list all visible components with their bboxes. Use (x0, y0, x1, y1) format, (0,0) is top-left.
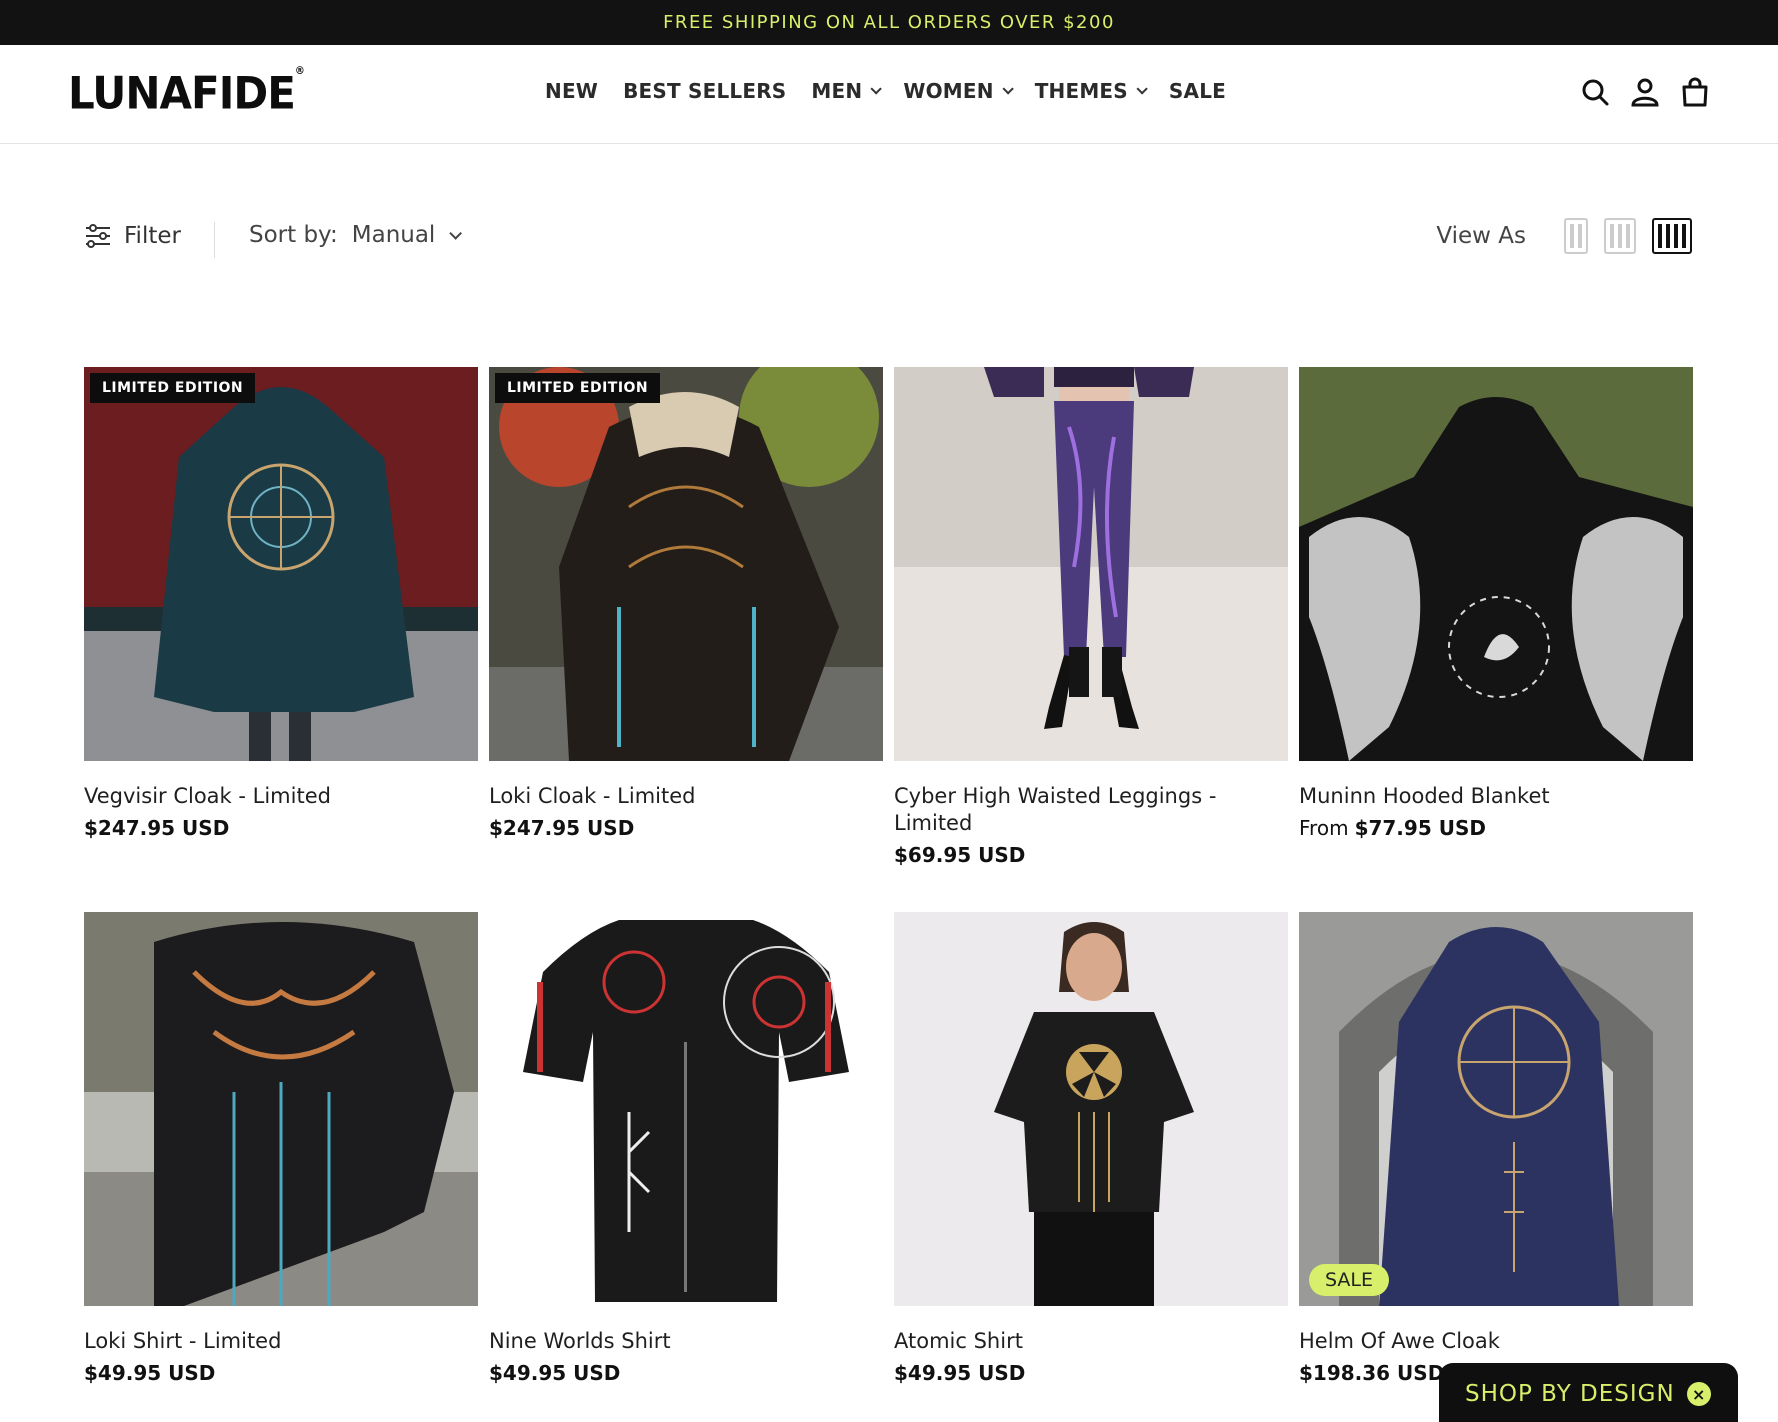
announcement-text: FREE SHIPPING ON ALL ORDERS OVER $200 (663, 12, 1115, 33)
limited-edition-badge: LIMITED EDITION (495, 373, 661, 403)
toolbar-divider (214, 222, 215, 258)
view-4-columns-button[interactable] (1652, 218, 1692, 254)
product-price: $49.95 USD (894, 1361, 1026, 1385)
chevron-down-icon (1002, 83, 1014, 95)
main-nav: NEW BEST SELLERS MEN WOMEN THEMES SALE (545, 79, 1251, 103)
product-image[interactable]: SALE (1299, 912, 1693, 1306)
shop-by-design-label: SHOP BY DESIGN (1465, 1381, 1675, 1407)
product-price: From $77.95 USD (1299, 816, 1486, 840)
logo[interactable]: LUNAFIDE® (68, 66, 305, 120)
header-icons (1580, 77, 1710, 107)
chevron-down-icon (870, 83, 883, 95)
product-card[interactable]: Cyber High Waisted Leggings - Limited $6… (894, 367, 1288, 912)
product-image[interactable]: LIMITED EDITION (489, 367, 883, 761)
product-title[interactable]: Atomic Shirt (894, 1328, 1288, 1355)
collection-toolbar: Filter Sort by: Manual View As (84, 218, 1692, 262)
product-card[interactable]: Loki Shirt - Limited $49.95 USD (84, 912, 478, 1422)
product-image[interactable] (1299, 367, 1693, 761)
close-icon[interactable]: × (1686, 1382, 1711, 1406)
view-as: View As (1436, 218, 1692, 254)
filter-label: Filter (124, 223, 181, 249)
product-price: $247.95 USD (84, 816, 230, 840)
product-title[interactable]: Loki Shirt - Limited (84, 1328, 478, 1355)
nav-item-women[interactable]: WOMEN (903, 79, 1014, 103)
search-icon[interactable] (1580, 77, 1610, 107)
product-card[interactable]: LIMITED EDITION Vegvisir Cloak - Limited… (84, 367, 478, 912)
shop-by-design-button[interactable]: SHOP BY DESIGN × (1439, 1363, 1738, 1422)
sort-value: Manual (351, 222, 436, 248)
cart-icon[interactable] (1680, 77, 1710, 107)
announcement-bar: FREE SHIPPING ON ALL ORDERS OVER $200 (0, 0, 1778, 45)
price-prefix: From (1299, 816, 1349, 840)
product-image[interactable] (84, 912, 478, 1306)
product-price: $247.95 USD (489, 816, 635, 840)
product-image[interactable] (894, 367, 1288, 761)
product-title[interactable]: Nine Worlds Shirt (489, 1328, 883, 1355)
sale-badge: SALE (1309, 1264, 1390, 1296)
filter-icon (86, 224, 110, 248)
product-price: $49.95 USD (84, 1361, 216, 1385)
sort-select[interactable]: Sort by: Manual (249, 222, 463, 248)
product-card[interactable]: Muninn Hooded Blanket From $77.95 USD (1299, 367, 1693, 912)
product-image[interactable]: LIMITED EDITION (84, 367, 478, 761)
product-price: $49.95 USD (489, 1361, 621, 1385)
nav-item-themes[interactable]: THEMES (1035, 79, 1148, 103)
product-title[interactable]: Muninn Hooded Blanket (1299, 783, 1693, 810)
nav-item-new[interactable]: NEW (545, 79, 598, 103)
filter-button[interactable]: Filter (84, 222, 181, 250)
product-title[interactable]: Cyber High Waisted Leggings - Limited (894, 783, 1288, 837)
view-2-columns-button[interactable] (1564, 218, 1588, 254)
product-title[interactable]: Vegvisir Cloak - Limited (84, 783, 478, 810)
product-price: $69.95 USD (894, 843, 1026, 867)
product-image[interactable] (489, 912, 883, 1306)
product-card[interactable]: Nine Worlds Shirt $49.95 USD (489, 912, 883, 1422)
view-as-label: View As (1436, 223, 1526, 249)
view-3-columns-button[interactable] (1604, 218, 1636, 254)
account-icon[interactable] (1630, 77, 1660, 107)
site-header: LUNAFIDE® NEW BEST SELLERS MEN WOMEN THE… (0, 45, 1778, 144)
product-title[interactable]: Loki Cloak - Limited (489, 783, 883, 810)
product-card[interactable]: SALE Helm Of Awe Cloak $198.36 USD (1299, 912, 1693, 1422)
product-card[interactable]: Atomic Shirt $49.95 USD (894, 912, 1288, 1422)
chevron-down-icon (1136, 83, 1148, 95)
product-grid: LIMITED EDITION Vegvisir Cloak - Limited… (84, 367, 1693, 1422)
sort-label: Sort by: (249, 222, 338, 248)
limited-edition-badge: LIMITED EDITION (90, 373, 256, 403)
product-card[interactable]: LIMITED EDITION Loki Cloak - Limited $24… (489, 367, 883, 912)
chevron-down-icon (449, 226, 463, 240)
product-title[interactable]: Helm Of Awe Cloak (1299, 1328, 1693, 1355)
nav-item-men[interactable]: MEN (811, 79, 883, 103)
nav-item-best-sellers[interactable]: BEST SELLERS (623, 79, 786, 103)
product-image[interactable] (894, 912, 1288, 1306)
nav-item-sale[interactable]: SALE (1169, 79, 1226, 103)
